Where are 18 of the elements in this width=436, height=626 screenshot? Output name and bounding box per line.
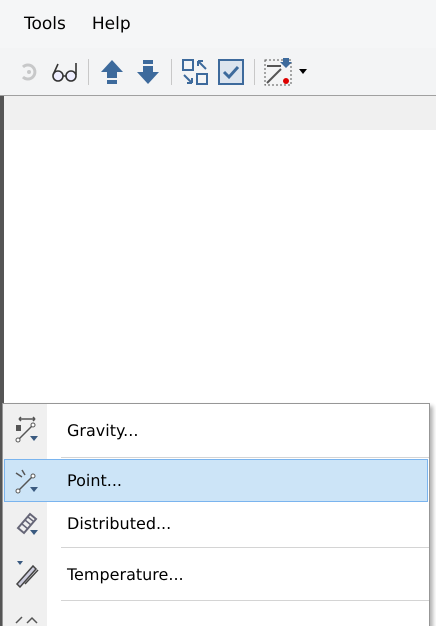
thermometer-icon: [13, 560, 41, 588]
menu-entry[interactable]: Point...: [4, 459, 428, 502]
menu-entry[interactable]: Gravity...: [4, 406, 428, 455]
caret-icon: [299, 69, 307, 74]
menu-item[interactable]: Tools: [14, 10, 76, 38]
toolbar-button[interactable]: [263, 56, 293, 86]
toolbar-button[interactable]: [180, 56, 210, 86]
checkbox-icon: [217, 58, 245, 86]
menu-entry[interactable]: Distributed...: [4, 502, 428, 545]
swap-icon: [181, 58, 209, 86]
gravity-load-icon: [13, 416, 41, 444]
up-arrow-icon: [100, 58, 124, 86]
menu-item[interactable]: Help: [82, 10, 141, 38]
load-icon: [263, 56, 293, 86]
menu-entry[interactable]: Temperature...: [4, 550, 428, 598]
toolbar-button[interactable]: [216, 56, 246, 86]
glasses-icon: [51, 60, 79, 82]
down-arrow-icon: [136, 58, 160, 86]
